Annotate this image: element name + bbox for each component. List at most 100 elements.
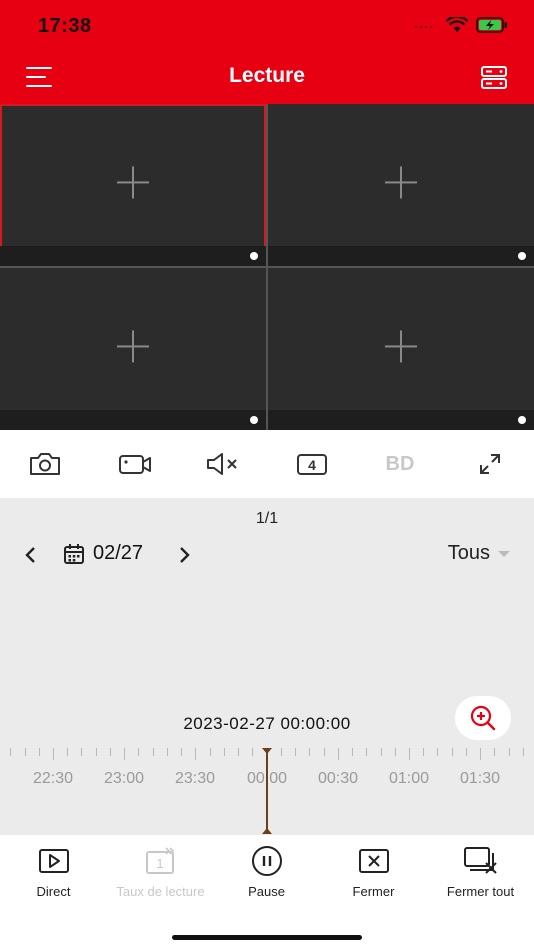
date-selector-row: 02/27 Tous [0, 540, 534, 570]
timeline-tick [509, 748, 510, 756]
timeline-tick [167, 748, 168, 756]
status-dot [518, 416, 526, 424]
timeline-tick [53, 748, 54, 760]
live-button[interactable]: Direct [0, 845, 107, 899]
close-all-button[interactable]: Fermer tout [427, 845, 534, 899]
status-dot [250, 416, 258, 424]
calendar-icon[interactable] [63, 543, 85, 565]
video-window-1[interactable] [0, 104, 266, 266]
timeline-tick [452, 748, 453, 756]
timeline-tick [238, 748, 239, 756]
timeline-tick [480, 748, 481, 760]
timeline-tick [252, 748, 253, 756]
close-icon [358, 849, 389, 873]
snapshot-button[interactable] [25, 448, 65, 480]
close-button[interactable]: Fermer [320, 845, 427, 899]
timeline-tick [10, 748, 11, 756]
playback-rate-label: Taux de lecture [116, 884, 205, 899]
add-channel-icon[interactable] [385, 166, 417, 199]
add-channel-icon[interactable] [385, 330, 417, 363]
video-status-strip [0, 246, 266, 266]
timeline-tick [352, 748, 353, 756]
video-grid [0, 104, 534, 430]
close-all-button-label: Fermer tout [446, 884, 515, 899]
close-all-icon [463, 847, 497, 874]
record-icon [119, 455, 151, 474]
status-dot [518, 252, 526, 260]
timeline-tick-label: 01:00 [388, 770, 430, 787]
prev-day-button[interactable] [22, 544, 40, 566]
timeline-tick [494, 748, 495, 756]
timeline-tick-label: 23:00 [103, 770, 145, 787]
timeline-tick [309, 748, 310, 756]
chevron-down-icon[interactable] [498, 551, 510, 557]
timeline-tick [138, 748, 139, 756]
page-title: Lecture [229, 64, 305, 87]
next-day-button[interactable] [175, 544, 193, 566]
camera-icon [30, 453, 60, 475]
video-status-strip [268, 410, 534, 430]
signal-icon [414, 25, 433, 29]
timeline-tick-label: 22:30 [32, 770, 74, 787]
video-status-strip [0, 410, 266, 430]
page-indicator: 1/1 [255, 510, 279, 527]
timeline-tick [210, 748, 211, 756]
timeline-cursor-bottom [262, 828, 272, 834]
add-channel-icon[interactable] [117, 166, 149, 199]
fullscreen-button[interactable] [470, 448, 510, 480]
timeline-tick [25, 748, 26, 756]
current-timestamp: 2023-02-27 00:00:00 [183, 714, 351, 733]
video-window-2[interactable] [268, 104, 534, 266]
timeline-tick [67, 748, 68, 756]
battery-icon [476, 17, 507, 33]
pause-icon [251, 846, 282, 876]
status-dot [250, 252, 258, 260]
timeline-tick [395, 748, 396, 756]
timeline-tick-label: 23:30 [174, 770, 216, 787]
timeline-tick [295, 748, 296, 756]
timeline-tick [338, 748, 339, 760]
bottom-action-bar: Direct 1 Taux de lecture Pause Fermer Fe… [0, 835, 534, 950]
live-button-label: Direct [36, 884, 71, 899]
device-list-icon [481, 66, 507, 89]
fullscreen-icon [480, 454, 500, 474]
hd-toggle-button[interactable]: BD [380, 448, 420, 480]
timeline-tick [366, 748, 367, 756]
video-window-3[interactable] [0, 268, 266, 430]
mute-icon [207, 453, 237, 475]
device-list-button[interactable] [480, 64, 508, 92]
timeline-tick [409, 748, 410, 760]
selected-date[interactable]: 02/27 [93, 542, 143, 565]
playback-panel: 1/1 02/27 Tous 2023-02-27 00:00:00 01:30… [0, 498, 534, 835]
timeline-tick [381, 748, 382, 756]
timeline-tick [96, 748, 97, 756]
timeline-tick [81, 748, 82, 756]
timeline-tick-label: 00:30 [317, 770, 359, 787]
record-button[interactable] [115, 448, 155, 480]
playback-toolbar: 4 BD [0, 430, 534, 498]
timeline-ruler[interactable]: 01:3001:0000:3000:0023:3023:0022:30 [0, 748, 534, 835]
timeline-tick [124, 748, 125, 760]
record-type-filter[interactable]: Tous [448, 542, 490, 565]
header-bar: 17:38 Lecture [0, 0, 534, 104]
playback-rate-button[interactable]: 1 Taux de lecture [107, 845, 214, 899]
timeline-cursor[interactable] [266, 750, 268, 834]
status-icons [414, 17, 508, 33]
status-time: 17:38 [38, 15, 92, 37]
hd-label: BD [385, 452, 415, 475]
split-count-label: 4 [308, 457, 316, 473]
home-indicator [172, 935, 362, 940]
audio-toggle-button[interactable] [203, 448, 243, 480]
split-screen-button[interactable]: 4 [292, 448, 332, 480]
timeline-tick [423, 748, 424, 756]
add-channel-icon[interactable] [117, 330, 149, 363]
play-icon [38, 849, 69, 873]
timeline-tick-label: 01:30 [459, 770, 501, 787]
pause-button[interactable]: Pause [213, 845, 320, 899]
timeline-tick [437, 748, 438, 756]
pause-button-label: Pause [248, 884, 285, 899]
timeline-tick [324, 748, 325, 756]
timeline-tick [195, 748, 196, 760]
app-root: 17:38 Lecture 4 BD 1/1 02/27 Tous 2023-0… [0, 0, 534, 950]
video-window-4[interactable] [268, 268, 534, 430]
